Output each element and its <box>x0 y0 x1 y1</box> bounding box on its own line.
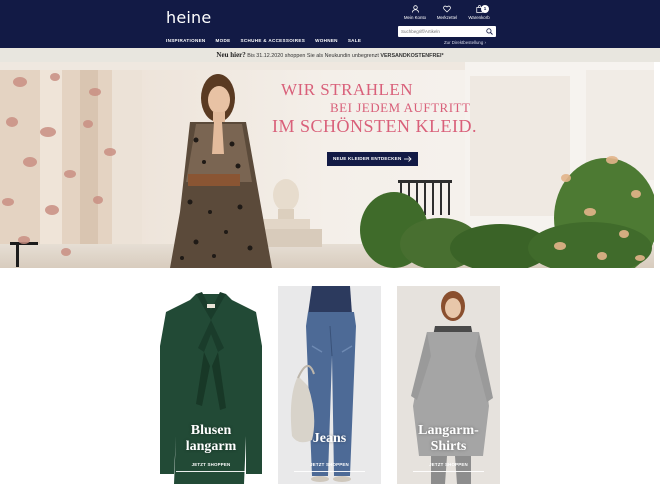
category-title: Blusen langarm <box>160 423 262 455</box>
cta-underline <box>413 471 484 472</box>
discover-dresses-button[interactable]: NEUE KLEIDER ENTDECKEN <box>327 152 418 166</box>
nav-item-mode[interactable]: MODE <box>216 38 231 43</box>
search-input[interactable] <box>401 27 481 36</box>
user-icon <box>411 5 419 13</box>
category-card-jeans[interactable]: Jeans JETZT SHOPPEN <box>278 286 381 484</box>
promo-lead: Neu hier? <box>216 51 246 59</box>
direct-order-link[interactable]: Zur Direktbestellung › <box>444 40 486 45</box>
arrow-right-icon <box>404 156 412 162</box>
account-label: Mein Konto <box>403 15 427 20</box>
wishlist-link[interactable]: Merkzettel <box>432 5 462 20</box>
cart-count-badge: 1 <box>481 5 489 13</box>
cta-underline <box>294 471 365 472</box>
main-nav: INSPIRATIONEN MODE SCHUHE & ACCESSOIRES … <box>166 38 361 43</box>
search-box <box>398 26 496 37</box>
heart-icon <box>443 5 451 13</box>
shop-now-link[interactable]: JETZT SHOPPEN <box>160 462 262 467</box>
nav-item-schuhe-accessoires[interactable]: SCHUHE & ACCESSOIRES <box>241 38 306 43</box>
page: heine INSPIRATIONEN MODE SCHUHE & ACCESS… <box>0 0 660 494</box>
nav-item-inspirationen[interactable]: INSPIRATIONEN <box>166 38 206 43</box>
category-title: Langarm- Shirts <box>397 423 500 455</box>
hero-headline-line1: WIR STRAHLEN <box>281 80 414 99</box>
category-title-line2: Shirts <box>430 439 467 454</box>
wishlist-label: Merkzettel <box>436 15 458 20</box>
account-link[interactable]: Mein Konto <box>400 5 430 20</box>
promo-bar[interactable]: Neu hier? Bis 31.12.2020 shoppen Sie als… <box>0 48 660 62</box>
hero-banner[interactable]: WIR STRAHLEN BEI JEDEM AUFTRITT IM SCHÖN… <box>0 62 654 268</box>
header-icons: Mein Konto Merkzettel 1 Warenkorb <box>398 5 498 25</box>
logo[interactable]: heine <box>166 8 211 27</box>
nav-item-wohnen[interactable]: WOHNEN <box>315 38 338 43</box>
category-title-line2: langarm <box>185 439 237 454</box>
site-header: heine INSPIRATIONEN MODE SCHUHE & ACCESS… <box>0 0 660 48</box>
category-title: Jeans <box>278 431 381 447</box>
cart-link[interactable]: 1 Warenkorb <box>464 5 494 20</box>
discover-dresses-label: NEUE KLEIDER ENTDECKEN <box>333 156 402 161</box>
shop-now-link[interactable]: JETZT SHOPPEN <box>278 462 381 467</box>
category-image-jeans <box>278 286 381 484</box>
category-title-line1: Blusen <box>190 423 232 438</box>
shop-now-link[interactable]: JETZT SHOPPEN <box>397 462 500 467</box>
promo-text: Bis 31.12.2020 shoppen Sie als Neukundin… <box>245 53 381 59</box>
hero-headline-line2: BEI JEDEM AUFTRITT <box>330 100 471 115</box>
promo-highlight: VERSANDKOSTENFREI* <box>380 53 444 59</box>
cart-label: Warenkorb <box>468 15 490 20</box>
hero-headline-line3: IM SCHÖNSTEN KLEID. <box>272 116 477 136</box>
scrollbar-track[interactable] <box>654 62 660 494</box>
category-card-blusen[interactable]: Blusen langarm JETZT SHOPPEN <box>160 286 262 484</box>
category-card-langarm-shirts[interactable]: Langarm- Shirts JETZT SHOPPEN <box>397 286 500 484</box>
search-icon[interactable] <box>486 28 493 35</box>
cta-underline <box>176 471 246 472</box>
nav-item-sale[interactable]: SALE <box>348 38 361 43</box>
category-title-line1: Langarm- <box>418 423 479 438</box>
category-title-line1: Jeans <box>312 431 347 446</box>
